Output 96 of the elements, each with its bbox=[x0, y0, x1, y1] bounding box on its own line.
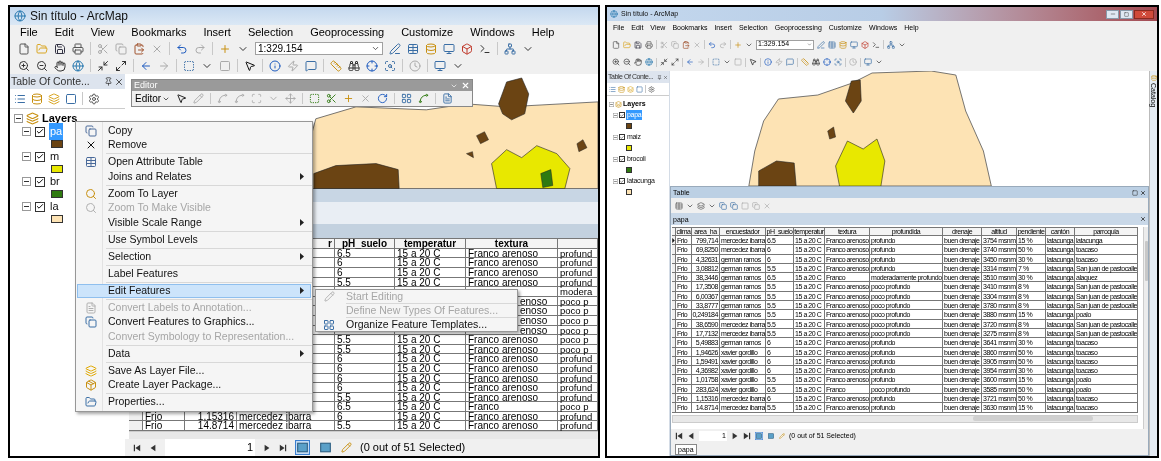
context-menu-item[interactable]: Save As Layer File... bbox=[77, 363, 311, 378]
table-cell: profund bbox=[558, 277, 598, 288]
table-cell: 5.5 bbox=[335, 344, 395, 355]
table-cell: 15 a 20 C bbox=[395, 258, 466, 268]
context-menu-item[interactable]: Use Symbol Levels bbox=[77, 232, 311, 247]
table-cell: 5.5 bbox=[335, 277, 395, 288]
column-header[interactable]: textura bbox=[494, 239, 529, 248]
table-cell: 15 a 20 C bbox=[395, 267, 466, 278]
table-cell: poco p bbox=[558, 315, 598, 326]
table-cell: Franco arenoso bbox=[466, 335, 558, 345]
menu-item[interactable]: Bookmarks bbox=[131, 24, 187, 41]
table-cell: profund bbox=[558, 373, 598, 384]
table-cell: profund bbox=[558, 248, 598, 259]
context-menu-item[interactable]: Organize Feature Templates... bbox=[316, 318, 517, 331]
context-menu-item[interactable]: Open Attribute Table bbox=[77, 155, 311, 170]
menu-item[interactable]: Help bbox=[531, 24, 555, 41]
context-menu-item[interactable]: Create Layer Package... bbox=[77, 378, 311, 393]
context-menu-item[interactable]: Zoom To Layer bbox=[77, 186, 311, 201]
layer-name[interactable]: m bbox=[49, 148, 61, 165]
table-cell: Franco arenoso bbox=[466, 363, 558, 374]
table-cell: 6 bbox=[335, 354, 395, 364]
table-cell: Franco arenoso bbox=[466, 344, 558, 355]
table-cell: Franco arenoso bbox=[466, 258, 558, 268]
table-cell: 15 a 20 C bbox=[395, 373, 466, 384]
context-menu-item[interactable]: Selection bbox=[77, 249, 311, 264]
column-header[interactable]: temperatur bbox=[403, 239, 457, 248]
column-header[interactable]: r bbox=[328, 239, 332, 248]
table-cell: Franco arenoso bbox=[466, 411, 558, 422]
table-cell: profund bbox=[558, 363, 598, 374]
menu-item[interactable]: File bbox=[20, 24, 38, 41]
table-cell: Franco bbox=[466, 402, 558, 412]
table-cell: 6 bbox=[335, 363, 395, 374]
window-title: Sin título - ArcMap bbox=[30, 8, 129, 25]
table-cell: Franco arenoso bbox=[466, 354, 558, 364]
context-menu-item[interactable]: Joins and Relates bbox=[77, 169, 311, 184]
table-cell: Franco arenoso bbox=[466, 267, 558, 278]
menu-item[interactable]: Insert bbox=[203, 24, 231, 41]
table-cell: 15 a 20 C bbox=[395, 354, 466, 364]
context-menu-item[interactable]: Remove bbox=[77, 138, 311, 153]
menu-item[interactable]: Edit bbox=[54, 24, 74, 41]
record-field[interactable]: 1 bbox=[165, 439, 255, 456]
menu-item[interactable]: Windows bbox=[470, 24, 515, 41]
column-header[interactable]: pH_suelo bbox=[342, 239, 387, 248]
table-cell: 6.5 bbox=[335, 402, 395, 412]
menu-item[interactable]: View bbox=[90, 24, 115, 41]
table-cell: profund bbox=[558, 411, 598, 422]
table-cell: profund bbox=[558, 383, 598, 393]
layer-name[interactable]: la bbox=[49, 198, 60, 215]
table-cell: poco p bbox=[558, 325, 598, 336]
context-menu-item[interactable]: Edit Features bbox=[77, 283, 311, 298]
table-cell: profund bbox=[558, 258, 598, 268]
table-cell: poco p bbox=[558, 306, 598, 316]
menu-item[interactable]: Selection bbox=[247, 24, 294, 41]
table-cell: 6 bbox=[335, 373, 395, 384]
table-cell: 15 a 20 C bbox=[395, 277, 466, 288]
context-menu-item[interactable]: Visible Scale Range bbox=[77, 215, 311, 230]
table-cell: Franco arenoso bbox=[466, 373, 558, 384]
table-cell: Franco arenoso bbox=[466, 248, 558, 259]
table-cell: 15 a 20 C bbox=[395, 392, 466, 403]
table-cell: Franco arenoso bbox=[466, 277, 558, 288]
panel-title: Table Of Conte... bbox=[11, 73, 90, 89]
table-cell: 6 bbox=[335, 411, 395, 422]
table-cell: 6.5 bbox=[335, 248, 395, 259]
table-cell: 6 bbox=[335, 267, 395, 278]
table-cell: 6 bbox=[335, 383, 395, 393]
table-cell: profund bbox=[558, 354, 598, 364]
table-cell: 15 a 20 C bbox=[395, 344, 466, 355]
context-menu-item[interactable]: Properties... bbox=[77, 395, 311, 410]
table-cell: 5.5 bbox=[335, 392, 395, 403]
toolbar-title: Editor bbox=[134, 81, 158, 90]
table-cell: Franco arenoso bbox=[466, 392, 558, 403]
table-cell: poco p bbox=[558, 402, 598, 412]
table-cell: Franco arenoso bbox=[466, 383, 558, 393]
table-cell: modera bbox=[558, 287, 598, 297]
context-menu-item[interactable]: Copy bbox=[77, 123, 311, 138]
selection-status: (0 out of 51 Selected) bbox=[360, 440, 466, 456]
table-cell: poco p bbox=[558, 344, 598, 355]
scale-field[interactable]: 1:329.154 bbox=[255, 42, 383, 55]
menu-item[interactable]: Customize bbox=[401, 24, 454, 41]
context-menu-item[interactable]: Data bbox=[77, 346, 311, 361]
table-cell: 15 a 20 C bbox=[395, 363, 466, 374]
table-cell: 15 a 20 C bbox=[395, 402, 466, 412]
table-cell: poco p bbox=[558, 335, 598, 345]
table-cell: 15 a 20 C bbox=[395, 335, 466, 345]
context-menu-item[interactable]: Label Features bbox=[77, 266, 311, 281]
table-cell: profund bbox=[558, 267, 598, 278]
table-cell: poco p bbox=[558, 296, 598, 307]
table-cell: 15 a 20 C bbox=[395, 411, 466, 422]
table-cell: 15 a 20 C bbox=[395, 383, 466, 393]
context-menu-item[interactable]: Convert Features to Graphics... bbox=[77, 315, 311, 330]
layer-name[interactable]: br bbox=[49, 173, 61, 190]
table-cell: 15 a 20 C bbox=[395, 248, 466, 259]
menu-item[interactable]: Geoprocessing bbox=[310, 24, 385, 41]
table-cell: 6 bbox=[335, 258, 395, 268]
editor-menu-button[interactable]: Editor bbox=[135, 93, 173, 104]
table-cell: 5.5 bbox=[335, 335, 395, 345]
